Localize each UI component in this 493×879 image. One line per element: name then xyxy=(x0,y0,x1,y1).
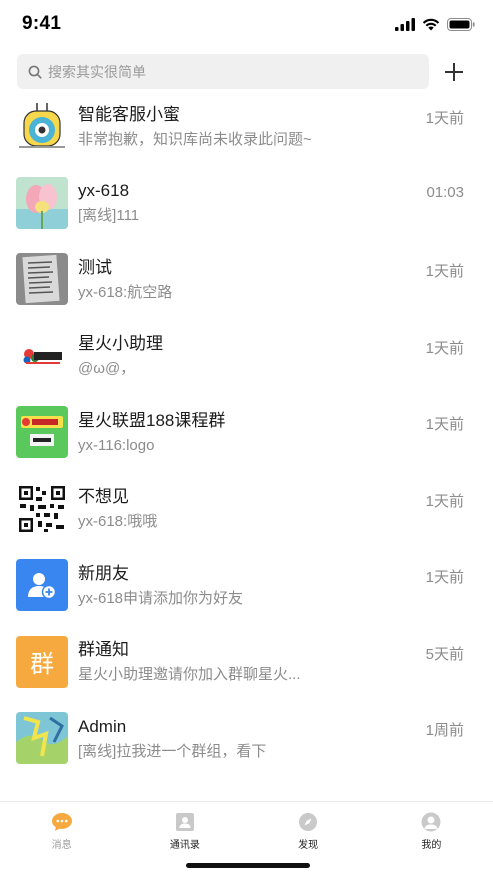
avatar xyxy=(16,559,68,612)
conversation-item[interactable]: 星火小助理 @ω@， 1天前 xyxy=(0,318,493,395)
conversation-message: yx-618:哦哦 xyxy=(78,513,158,531)
status-bar: 9:41 xyxy=(0,0,493,48)
conversation-message: yx-618:航空路 xyxy=(78,283,173,301)
conversation-message: yx-116:logo xyxy=(78,436,155,454)
conversation-message: [离线]111 xyxy=(78,207,140,225)
conversation-item[interactable]: 群 群通知 星火小助理邀请你加入群聊星火... 5天前 xyxy=(0,624,493,701)
tab-messages[interactable]: 消息 xyxy=(0,802,123,879)
conversation-time: 01:03 xyxy=(426,183,464,201)
search-placeholder: 搜索其实很简单 xyxy=(48,63,146,80)
conversation-item[interactable]: Admin [离线]拉我进一个群组，看下 1周前 xyxy=(0,700,493,777)
conversation-message: 星火小助理邀请你加入群聊星火... xyxy=(78,666,301,684)
conversation-message: yx-618申请添加你为好友 xyxy=(78,589,244,607)
conversation-message: [离线]拉我进一个群组，看下 xyxy=(78,742,267,760)
conversation-time: 1天前 xyxy=(425,339,464,357)
avatar xyxy=(16,712,68,765)
add-friend-icon xyxy=(28,573,57,600)
conversation-list: 智能客服小蜜 非常抱歉，知识库尚未收录此问题~ 1天前 yx-618 [离线]1… xyxy=(0,88,493,777)
flower-avatar-icon xyxy=(16,176,68,229)
tab-label: 发现 xyxy=(298,840,319,851)
tab-label: 通讯录 xyxy=(169,840,200,851)
graffiti-avatar-icon xyxy=(16,712,68,765)
conversation-item[interactable]: 测试 yx-618:航空路 1天前 xyxy=(0,241,493,318)
conversation-item[interactable]: 星火联盟188课程群 yx-116:logo 1天前 xyxy=(0,394,493,471)
tab-me[interactable]: 我的 xyxy=(370,802,493,879)
group-notice-avatar-text: 群 xyxy=(30,650,54,679)
add-button[interactable] xyxy=(444,62,464,82)
status-time: 9:41 xyxy=(22,13,62,34)
avatar xyxy=(16,329,68,382)
search-icon xyxy=(28,65,42,79)
conversation-time: 5天前 xyxy=(425,645,464,663)
tab-label: 消息 xyxy=(51,840,72,851)
conversation-item[interactable]: 不想见 yx-618:哦哦 1天前 xyxy=(0,471,493,548)
contacts-icon xyxy=(175,813,194,831)
avatar xyxy=(16,482,68,535)
chat-bubble-icon xyxy=(51,813,72,831)
conversation-item[interactable]: 智能客服小蜜 非常抱歉，知识库尚未收录此问题~ 1天前 xyxy=(0,88,493,165)
qr-code-avatar-icon xyxy=(16,482,68,535)
conversation-time: 1天前 xyxy=(425,492,464,510)
avatar xyxy=(16,100,68,153)
avatar xyxy=(16,406,68,459)
conversation-item[interactable]: yx-618 [离线]111 01:03 xyxy=(0,165,493,242)
avatar xyxy=(16,176,68,229)
avatar: 群 xyxy=(16,635,68,688)
logo-avatar-icon xyxy=(16,329,68,382)
conversation-message: 非常抱歉，知识库尚未收录此问题~ xyxy=(78,130,312,148)
compass-icon xyxy=(299,813,318,831)
search-row: 搜索其实很简单 xyxy=(0,48,493,90)
robot-avatar-icon xyxy=(16,100,68,153)
home-indicator xyxy=(186,863,310,868)
document-photo-avatar-icon xyxy=(16,253,68,306)
wifi-icon xyxy=(422,18,440,30)
conversation-message: @ω@， xyxy=(78,360,136,378)
conversation-time: 1天前 xyxy=(425,416,464,433)
search-input[interactable]: 搜索其实很简单 xyxy=(17,54,429,89)
status-icons xyxy=(395,17,475,31)
conversation-item[interactable]: 新朋友 yx-618申请添加你为好友 1天前 xyxy=(0,547,493,624)
tab-label: 我的 xyxy=(421,840,442,851)
conversation-time: 1天前 xyxy=(425,569,464,586)
signal-icon xyxy=(395,17,415,31)
avatar xyxy=(16,253,68,306)
battery-icon xyxy=(447,17,475,31)
group-logo-avatar-icon xyxy=(16,406,68,459)
conversation-time: 1周前 xyxy=(425,722,464,739)
profile-icon xyxy=(421,812,441,832)
conversation-time: 1天前 xyxy=(425,110,464,127)
conversation-time: 1天前 xyxy=(425,263,464,280)
